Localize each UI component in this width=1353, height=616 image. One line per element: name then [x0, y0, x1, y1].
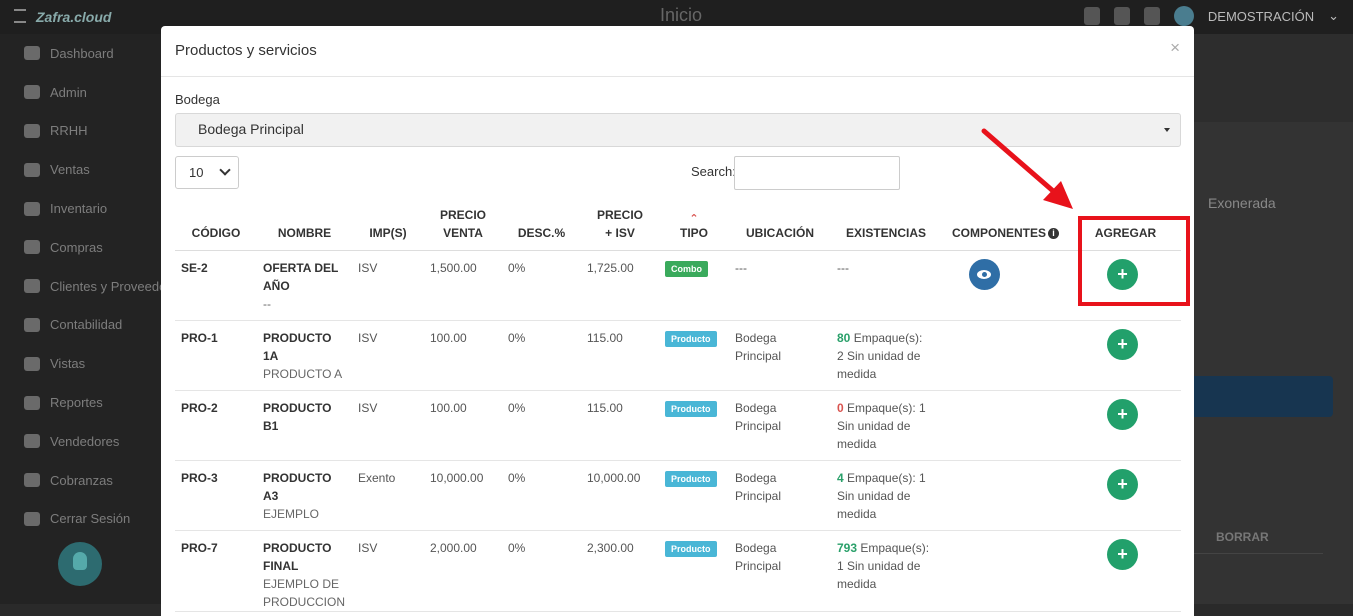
highlight-arrow: [981, 128, 1073, 209]
